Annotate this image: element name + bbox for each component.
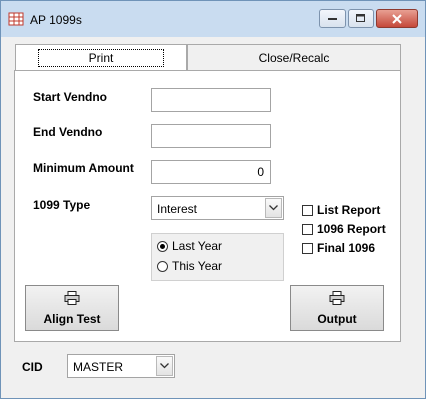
printer-icon (329, 291, 345, 305)
output-label: Output (317, 312, 357, 326)
minimum-amount-label: Minimum Amount (33, 161, 134, 175)
type-1099-label: 1099 Type (33, 198, 91, 212)
radio-selected-icon (157, 240, 168, 252)
radio-this-year[interactable]: This Year (157, 259, 222, 273)
grid-table-icon (8, 12, 24, 26)
checkbox-list-report[interactable]: List Report (302, 203, 380, 217)
start-vendno-label: Start Vendno (33, 90, 108, 104)
chevron-down-icon[interactable] (156, 356, 173, 376)
minimize-icon (327, 17, 337, 20)
tab-close-recalc-label: Close/Recalc (258, 50, 330, 65)
minimize-button[interactable] (319, 9, 346, 28)
radio-last-year[interactable]: Last Year (157, 239, 222, 253)
radio-last-year-label: Last Year (172, 239, 223, 253)
minimum-amount-field[interactable] (151, 160, 271, 184)
close-button[interactable] (376, 9, 418, 28)
cid-select[interactable]: MASTER (67, 354, 175, 378)
checkbox-final-1096-label: Final 1096 (317, 241, 376, 255)
maximize-button[interactable] (348, 9, 374, 28)
title-bar[interactable]: AP 1099s (1, 1, 425, 37)
cid-value: MASTER (73, 360, 124, 374)
checkbox-icon (302, 223, 313, 235)
window-title: AP 1099s (30, 13, 82, 27)
printer-icon (64, 291, 80, 305)
tab-print[interactable]: Print (15, 44, 187, 71)
checkbox-1096-report[interactable]: 1096 Report (302, 222, 386, 236)
output-button[interactable]: Output (290, 285, 384, 331)
chevron-down-icon[interactable] (265, 198, 282, 218)
tab-print-label: Print (37, 49, 165, 67)
type-1099-select[interactable]: Interest (151, 196, 284, 220)
radio-unselected-icon (157, 260, 168, 272)
radio-this-year-label: This Year (172, 259, 223, 273)
cid-label: CID (22, 360, 43, 374)
checkbox-final-1096[interactable]: Final 1096 (302, 241, 375, 255)
tab-close-recalc[interactable]: Close/Recalc (187, 44, 401, 71)
checkbox-icon (302, 204, 313, 216)
close-icon (392, 13, 402, 24)
maximize-icon (356, 14, 365, 22)
end-vendno-label: End Vendno (33, 125, 103, 139)
start-vendno-field[interactable] (151, 88, 271, 112)
checkbox-list-report-label: List Report (317, 203, 381, 217)
type-1099-value: Interest (157, 202, 198, 216)
year-radio-group: Last Year This Year (151, 233, 284, 281)
align-test-label: Align Test (43, 312, 101, 326)
align-test-button[interactable]: Align Test (25, 285, 119, 331)
checkbox-icon (302, 242, 313, 254)
end-vendno-field[interactable] (151, 124, 271, 148)
checkbox-1096-report-label: 1096 Report (317, 222, 386, 236)
